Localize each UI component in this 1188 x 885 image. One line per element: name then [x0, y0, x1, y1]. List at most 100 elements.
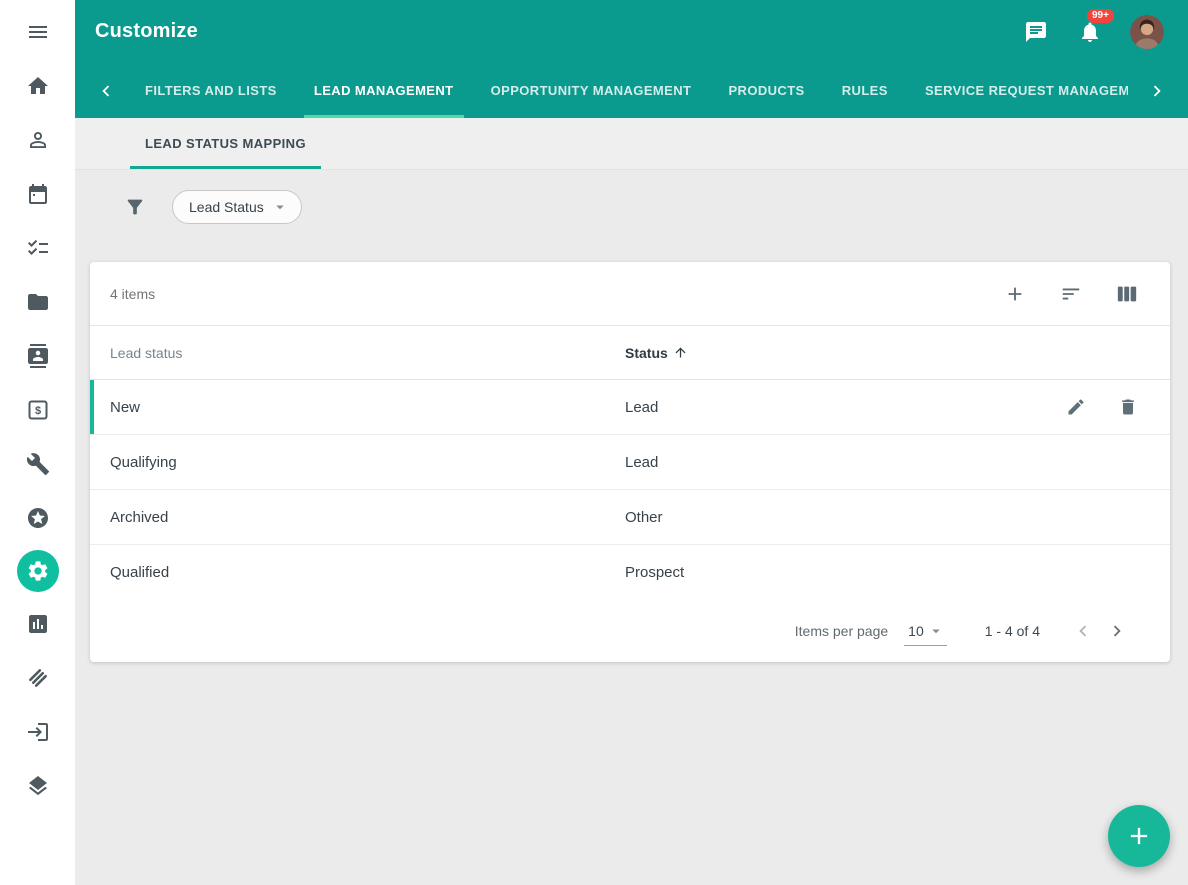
- tab-filters-and-lists[interactable]: FILTERS AND LISTS: [135, 63, 287, 118]
- edit-row-button[interactable]: [1064, 395, 1088, 419]
- chevron-right-icon: [1146, 80, 1168, 102]
- checklist-icon: [26, 236, 50, 260]
- filter-bar: Lead Status: [75, 170, 1188, 243]
- column-header-status-label: Status: [625, 345, 668, 361]
- table-row[interactable]: Qualified Prospect: [90, 545, 1170, 600]
- content-area: 4 items Lead status: [75, 243, 1188, 885]
- sidebar-item-home[interactable]: [16, 64, 60, 108]
- menu-button[interactable]: [16, 10, 60, 54]
- sort-button[interactable]: [1058, 281, 1084, 307]
- table-row[interactable]: New Lead: [90, 380, 1170, 435]
- tab-lead-status-mapping[interactable]: LEAD STATUS MAPPING: [130, 118, 321, 169]
- chevron-left-icon: [1072, 620, 1094, 642]
- chat-icon: [1024, 20, 1048, 44]
- tools-icon: [26, 452, 50, 476]
- sub-tabbar: LEAD STATUS MAPPING: [75, 118, 1188, 170]
- layers-icon: [26, 774, 50, 798]
- column-header-status[interactable]: Status: [625, 345, 1170, 361]
- filter-button[interactable]: [120, 192, 150, 222]
- tab-service-request-management[interactable]: SERVICE REQUEST MANAGEMENT: [915, 63, 1128, 118]
- tab-lead-management[interactable]: LEAD MANAGEMENT: [304, 63, 464, 118]
- add-row-button[interactable]: [1002, 281, 1028, 307]
- notifications-button[interactable]: 99+: [1076, 18, 1104, 46]
- columns-icon: [1116, 283, 1138, 305]
- sidebar-item-contacts[interactable]: [16, 118, 60, 162]
- contact-icon: [26, 128, 50, 152]
- pagination: Items per page 10 1 - 4 of 4: [90, 600, 1170, 662]
- svg-text:$: $: [34, 405, 40, 417]
- settings-icon: [26, 559, 50, 583]
- chevron-down-icon: [927, 622, 945, 640]
- sidebar-item-deals[interactable]: $: [16, 388, 60, 432]
- contacts-book-icon: [26, 344, 50, 368]
- status-cell: Lead: [625, 454, 1170, 471]
- avatar[interactable]: [1130, 15, 1164, 49]
- sidebar-item-tasks[interactable]: [16, 226, 60, 270]
- menu-icon: [26, 20, 50, 44]
- filter-icon: [124, 196, 146, 218]
- chevron-left-icon: [95, 80, 117, 102]
- delete-icon: [1118, 397, 1138, 417]
- status-cell: Lead: [625, 399, 1064, 416]
- avatar-image: [1130, 15, 1164, 49]
- page-title: Customize: [95, 20, 198, 43]
- delete-row-button[interactable]: [1116, 395, 1140, 419]
- lead-status-cell: Qualifying: [90, 454, 625, 471]
- items-per-page-value: 10: [908, 623, 924, 639]
- deals-icon: $: [26, 398, 50, 422]
- toolbar-icons: [1002, 281, 1140, 307]
- chevron-down-icon: [271, 198, 289, 216]
- customize-tabs: FILTERS AND LISTS LEAD MANAGEMENT OPPORT…: [127, 63, 1136, 118]
- lead-status-card: 4 items Lead status: [90, 262, 1170, 662]
- top-header: Customize 99+: [75, 0, 1188, 63]
- items-per-page-select[interactable]: 10: [904, 617, 947, 646]
- sidebar-item-reports[interactable]: [16, 602, 60, 646]
- table-row[interactable]: Qualifying Lead: [90, 435, 1170, 490]
- sidebar-item-companies[interactable]: [16, 334, 60, 378]
- sidebar-item-tags[interactable]: [16, 656, 60, 700]
- sidebar-item-calendar[interactable]: [16, 172, 60, 216]
- page-range-label: 1 - 4 of 4: [985, 623, 1040, 639]
- lead-status-filter-chip[interactable]: Lead Status: [172, 190, 302, 224]
- sidebar-item-layers[interactable]: [16, 764, 60, 808]
- calendar-icon: [26, 182, 50, 206]
- notifications-badge: 99+: [1087, 9, 1114, 23]
- tabs-scroll-left-button[interactable]: [85, 63, 127, 118]
- sidebar-item-tools[interactable]: [16, 442, 60, 486]
- tabs-scroll-right-button[interactable]: [1136, 63, 1178, 118]
- main-area: Customize 99+: [75, 0, 1188, 885]
- previous-page-button[interactable]: [1066, 614, 1100, 648]
- edit-icon: [1066, 397, 1086, 417]
- add-fab[interactable]: [1108, 805, 1170, 867]
- status-cell: Prospect: [625, 564, 1170, 581]
- app-window: $ Customize: [0, 0, 1188, 885]
- columns-button[interactable]: [1114, 281, 1140, 307]
- sort-ascending-icon: [673, 345, 688, 360]
- plus-icon: [1125, 822, 1153, 850]
- filter-chip-label: Lead Status: [189, 199, 264, 215]
- chevron-right-icon: [1106, 620, 1128, 642]
- sidebar-item-files[interactable]: [16, 280, 60, 324]
- sidebar-item-settings[interactable]: [17, 550, 59, 592]
- sidebar-item-signin[interactable]: [16, 710, 60, 754]
- add-icon: [1004, 283, 1026, 305]
- table-row[interactable]: Archived Other: [90, 490, 1170, 545]
- customize-tabstrip: FILTERS AND LISTS LEAD MANAGEMENT OPPORT…: [75, 63, 1188, 118]
- folder-icon: [26, 290, 50, 314]
- lead-status-cell: Qualified: [90, 564, 625, 581]
- items-per-page-label: Items per page: [795, 623, 888, 639]
- row-actions: [1064, 395, 1170, 419]
- sidebar: $: [0, 0, 75, 885]
- bell-icon: [1078, 20, 1102, 44]
- lead-status-cell: New: [90, 399, 625, 416]
- signin-icon: [26, 720, 50, 744]
- sort-icon: [1060, 283, 1082, 305]
- chat-button[interactable]: [1022, 18, 1050, 46]
- next-page-button[interactable]: [1100, 614, 1134, 648]
- tab-rules[interactable]: RULES: [832, 63, 898, 118]
- sidebar-item-scoring[interactable]: [16, 496, 60, 540]
- tab-opportunity-management[interactable]: OPPORTUNITY MANAGEMENT: [481, 63, 702, 118]
- column-header-lead-status[interactable]: Lead status: [90, 345, 625, 361]
- tab-products[interactable]: PRODUCTS: [718, 63, 814, 118]
- reports-icon: [26, 612, 50, 636]
